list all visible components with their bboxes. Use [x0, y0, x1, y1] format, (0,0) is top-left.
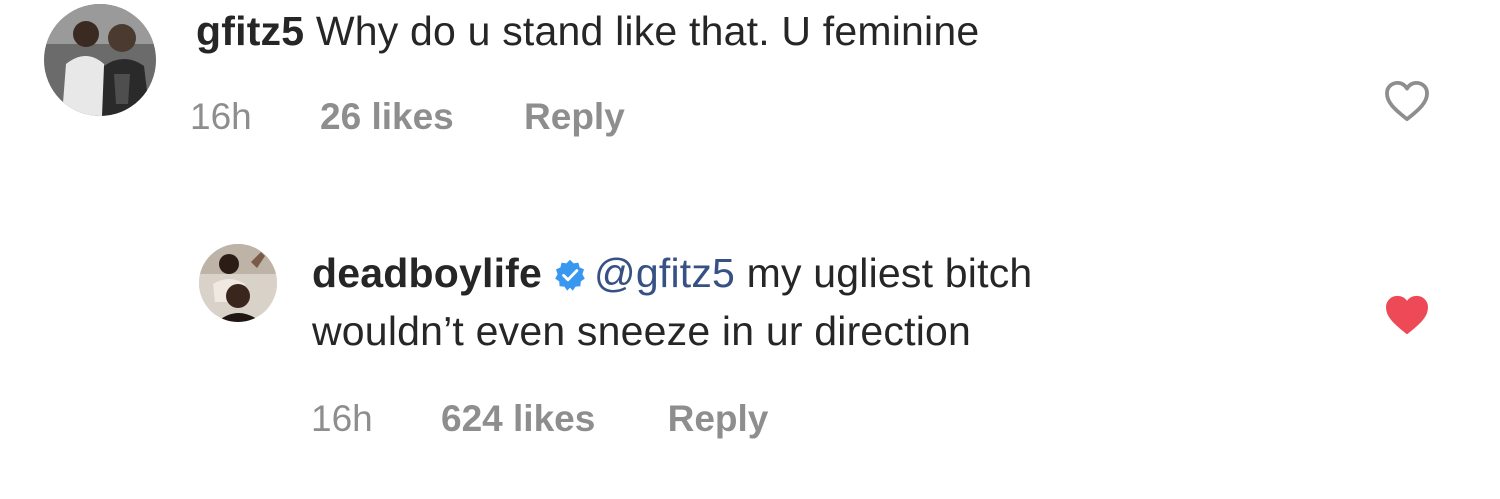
- reply-button[interactable]: Reply: [668, 397, 769, 441]
- comment-timestamp: 16h: [190, 96, 252, 137]
- comment-text: gfitz5 Why do u stand like that. U femin…: [196, 2, 979, 60]
- reply-button[interactable]: Reply: [524, 95, 625, 139]
- comment-body-line1: my ugliest bitch: [746, 250, 1033, 296]
- comment-username[interactable]: gfitz5: [196, 8, 304, 54]
- verified-badge-icon: [555, 259, 585, 291]
- comment-body: Why do u stand like that. U feminine: [315, 8, 980, 54]
- profile-photo-icon: [199, 244, 277, 322]
- avatar[interactable]: [44, 4, 156, 116]
- comment-text: deadboylife @gfitz5 my ugliest bitch wou…: [312, 244, 1312, 360]
- comment-body-line2: wouldn’t even sneeze in ur direction: [312, 308, 972, 354]
- likes-count[interactable]: 624 likes: [441, 397, 595, 441]
- profile-photo-icon: [44, 4, 156, 116]
- avatar[interactable]: [199, 244, 277, 322]
- comment-meta: 16h 624 likes Reply: [311, 397, 768, 441]
- comment-timestamp: 16h: [311, 398, 373, 439]
- heart-outline-icon[interactable]: [1384, 80, 1430, 122]
- comment-username[interactable]: deadboylife: [312, 250, 542, 296]
- likes-count[interactable]: 26 likes: [320, 95, 454, 139]
- heart-filled-icon[interactable]: [1384, 294, 1430, 336]
- comment-meta: 16h 26 likes Reply: [190, 95, 625, 139]
- mention-link[interactable]: @gfitz5: [594, 250, 735, 296]
